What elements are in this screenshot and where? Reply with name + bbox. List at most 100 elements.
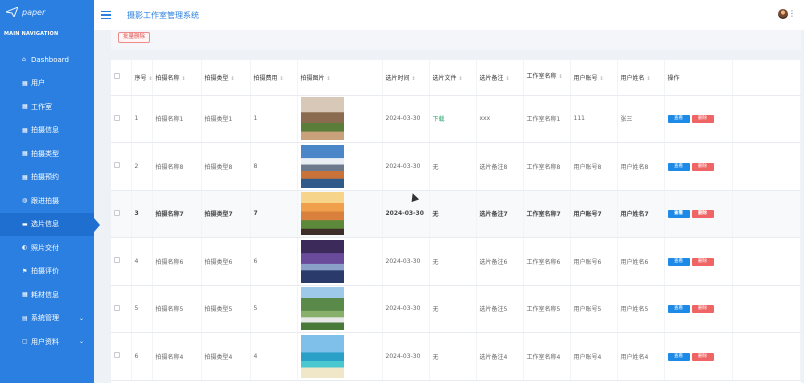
sidebar-item[interactable]: ▦ 耗材信息 bbox=[0, 283, 94, 307]
column-header[interactable]: 用户账号 ⇕ bbox=[570, 60, 618, 96]
column-header[interactable]: 拍摄名称 ⇕ bbox=[152, 60, 202, 96]
table-row[interactable]: 1 拍摄名称1 拍摄类型1 1 2024-03-30 下载 xxx 工作室名称1 111 张三 查看… bbox=[111, 95, 801, 143]
cell-remark-text: 选片备注4 bbox=[479, 353, 508, 361]
view-button[interactable]: 查看 bbox=[667, 257, 690, 266]
cell-image bbox=[297, 95, 383, 143]
batch-delete-button[interactable]: 批量删除 bbox=[118, 32, 151, 43]
sidebar-item[interactable]: ▦ 拍摄预约 bbox=[0, 166, 94, 190]
delete-button[interactable]: 删除 bbox=[691, 210, 714, 219]
sidebar-item-icon: ▦ bbox=[22, 79, 28, 87]
sidebar-item[interactable]: ▦ 拍摄类型 bbox=[0, 142, 94, 166]
cell-account: 用户账号4 bbox=[570, 332, 618, 381]
cell-date: 2024-03-30 bbox=[382, 142, 430, 191]
select-all-checkbox[interactable] bbox=[114, 73, 120, 80]
column-header-label: 选片文件 bbox=[432, 74, 457, 82]
sort-icon[interactable]: ⇕ bbox=[182, 76, 186, 82]
delete-button[interactable]: 删除 bbox=[691, 162, 714, 171]
column-header-label: 序号 bbox=[134, 74, 147, 82]
avatar[interactable] bbox=[778, 9, 788, 19]
sidebar-item[interactable]: ▦ 用户 bbox=[0, 72, 94, 96]
column-header[interactable]: 工作室名称 ⇕ bbox=[523, 60, 571, 96]
table-row[interactable]: 6 拍摄名称4 拍摄类型4 4 2024-03-30 无 选片备注4 工作室名称4 用户账号4 用… bbox=[111, 332, 801, 381]
cell-account: 用户账号8 bbox=[570, 142, 618, 191]
photo-thumbnail[interactable] bbox=[300, 287, 344, 331]
row-checkbox[interactable] bbox=[114, 257, 120, 264]
column-header[interactable]: 选片备注 ⇕ bbox=[476, 60, 524, 96]
column-header-label: 用户账号 bbox=[573, 74, 598, 82]
photo-thumbnail[interactable] bbox=[300, 97, 344, 141]
cell-name: 拍摄名称4 bbox=[152, 332, 202, 381]
column-header[interactable]: 选片时间 ⇕ bbox=[382, 60, 430, 96]
row-checkbox[interactable] bbox=[114, 162, 120, 169]
row-checkbox[interactable] bbox=[114, 114, 120, 121]
sort-icon[interactable]: ⇕ bbox=[412, 76, 416, 82]
delete-button[interactable]: 删除 bbox=[691, 352, 714, 361]
delete-button[interactable]: 删除 bbox=[691, 257, 714, 266]
menu-toggle-icon[interactable] bbox=[101, 9, 111, 21]
sidebar-item[interactable]: ▦ 拍摄信息 bbox=[0, 119, 94, 143]
sidebar-item[interactable]: ⚑ 拍摄评价 bbox=[0, 260, 94, 284]
cell-username: 张三 bbox=[617, 95, 665, 143]
column-header[interactable]: 拍摄类型 ⇕ bbox=[201, 60, 251, 96]
sort-icon[interactable]: ⇕ bbox=[559, 74, 563, 80]
column-header[interactable]: 拍摄图片 ⇕ bbox=[297, 60, 383, 96]
sort-icon[interactable]: ⇕ bbox=[231, 76, 235, 82]
more-options-icon[interactable]: ⋮ bbox=[788, 10, 796, 18]
cell-file-text[interactable]: 下载 bbox=[433, 116, 445, 123]
view-button[interactable]: 查看 bbox=[667, 352, 690, 361]
sidebar-item[interactable]: ▢ 用户资料 ⌄ bbox=[0, 330, 94, 354]
cell-file: 无 bbox=[429, 285, 477, 333]
column-header[interactable]: 序号⇕ bbox=[131, 60, 153, 96]
sort-icon[interactable]: ⇕ bbox=[647, 76, 651, 82]
cell-username: 用户姓名5 bbox=[617, 285, 665, 333]
row-checkbox[interactable] bbox=[114, 209, 120, 216]
cell-username-text: 用户姓名8 bbox=[620, 163, 649, 171]
sidebar-item[interactable]: ▦ 工作室 bbox=[0, 95, 94, 119]
logo[interactable]: paper bbox=[0, 0, 94, 24]
sort-icon[interactable]: ⇕ bbox=[459, 76, 463, 82]
row-checkbox[interactable] bbox=[114, 304, 120, 311]
sidebar-item[interactable]: ▬ 选片信息 bbox=[0, 212, 100, 236]
cell-file: 无 bbox=[429, 332, 477, 381]
sort-icon[interactable]: ⇕ bbox=[506, 76, 510, 82]
view-button[interactable]: 查看 bbox=[667, 115, 690, 124]
column-header[interactable]: 拍摄费用 ⇕ bbox=[250, 60, 298, 96]
sidebar: paper MAIN NAVIGATION ⌂ Dashboard ▦ 用户 ▦ 工作室 ▦… bbox=[0, 0, 100, 383]
column-header[interactable]: 用户姓名 ⇕ bbox=[617, 60, 665, 96]
sort-icon[interactable]: ⇕ bbox=[327, 76, 331, 82]
view-button[interactable]: 查看 bbox=[667, 210, 690, 219]
row-checkbox[interactable] bbox=[114, 352, 120, 359]
chevron-down-icon[interactable]: ⌄ bbox=[79, 338, 84, 345]
cell-type: 拍摄类型7 bbox=[201, 190, 251, 238]
photo-thumbnail[interactable] bbox=[300, 144, 344, 188]
column-header[interactable]: 选片文件 ⇕ bbox=[429, 60, 477, 96]
table-row[interactable]: 4 拍摄名称6 拍摄类型6 6 2024-03-30 无 选片备注6 工作室名称6 用户账号6 用… bbox=[111, 237, 801, 286]
sidebar-item[interactable]: ◐ 照片交付 bbox=[0, 236, 94, 260]
column-header-label: 工作室名称 bbox=[526, 73, 557, 81]
cell-username: 用户姓名8 bbox=[617, 142, 665, 191]
sort-icon[interactable]: ⇕ bbox=[600, 76, 604, 82]
chevron-down-icon[interactable]: ⌄ bbox=[79, 315, 84, 322]
cell-account-text: 用户账号6 bbox=[573, 258, 602, 266]
cell-file-text: 无 bbox=[432, 258, 439, 266]
sort-icon[interactable]: ⇕ bbox=[149, 76, 151, 82]
photo-thumbnail[interactable] bbox=[300, 192, 344, 236]
sort-icon[interactable]: ⇕ bbox=[280, 76, 284, 82]
cell-file[interactable]: 下载 bbox=[429, 95, 477, 143]
photo-thumbnail[interactable] bbox=[300, 334, 344, 378]
sidebar-item[interactable]: ▤ 系统管理 ⌄ bbox=[0, 307, 94, 331]
delete-button[interactable]: 删除 bbox=[691, 305, 714, 314]
table-row[interactable]: 2 拍摄名称8 拍摄类型8 8 2024-03-30 无 选片备注8 工作室名称8 用户账号8 用… bbox=[111, 142, 801, 191]
sidebar-item-icon: ▢ bbox=[22, 338, 28, 346]
view-button[interactable]: 查看 bbox=[667, 162, 690, 171]
sidebar-item[interactable]: ◍ 跟进拍摄 bbox=[0, 189, 94, 213]
cell-file-text: 无 bbox=[432, 306, 439, 314]
table-row[interactable]: 3 拍摄名称7 拍摄类型7 7 2024-03-30 无 选片备注7 工作室名称7 用户账号7 用… bbox=[111, 190, 801, 238]
photo-thumbnail[interactable] bbox=[300, 239, 344, 283]
view-button[interactable]: 查看 bbox=[667, 305, 690, 314]
delete-button[interactable]: 删除 bbox=[691, 115, 714, 124]
sidebar-item-label: 选片信息 bbox=[31, 220, 59, 229]
sidebar-item[interactable]: ⌂ Dashboard bbox=[0, 48, 94, 72]
table-row[interactable]: 5 拍摄名称5 拍摄类型5 5 2024-03-30 无选片备注5 工作室名称5 用户账号5 用… bbox=[111, 285, 801, 333]
data-table-container: 序号⇕拍摄名称⇕拍摄类型⇕拍摄费用⇕拍摄图片⇕选片时间⇕选片文件⇕选片备注⇕工作… bbox=[111, 60, 801, 383]
